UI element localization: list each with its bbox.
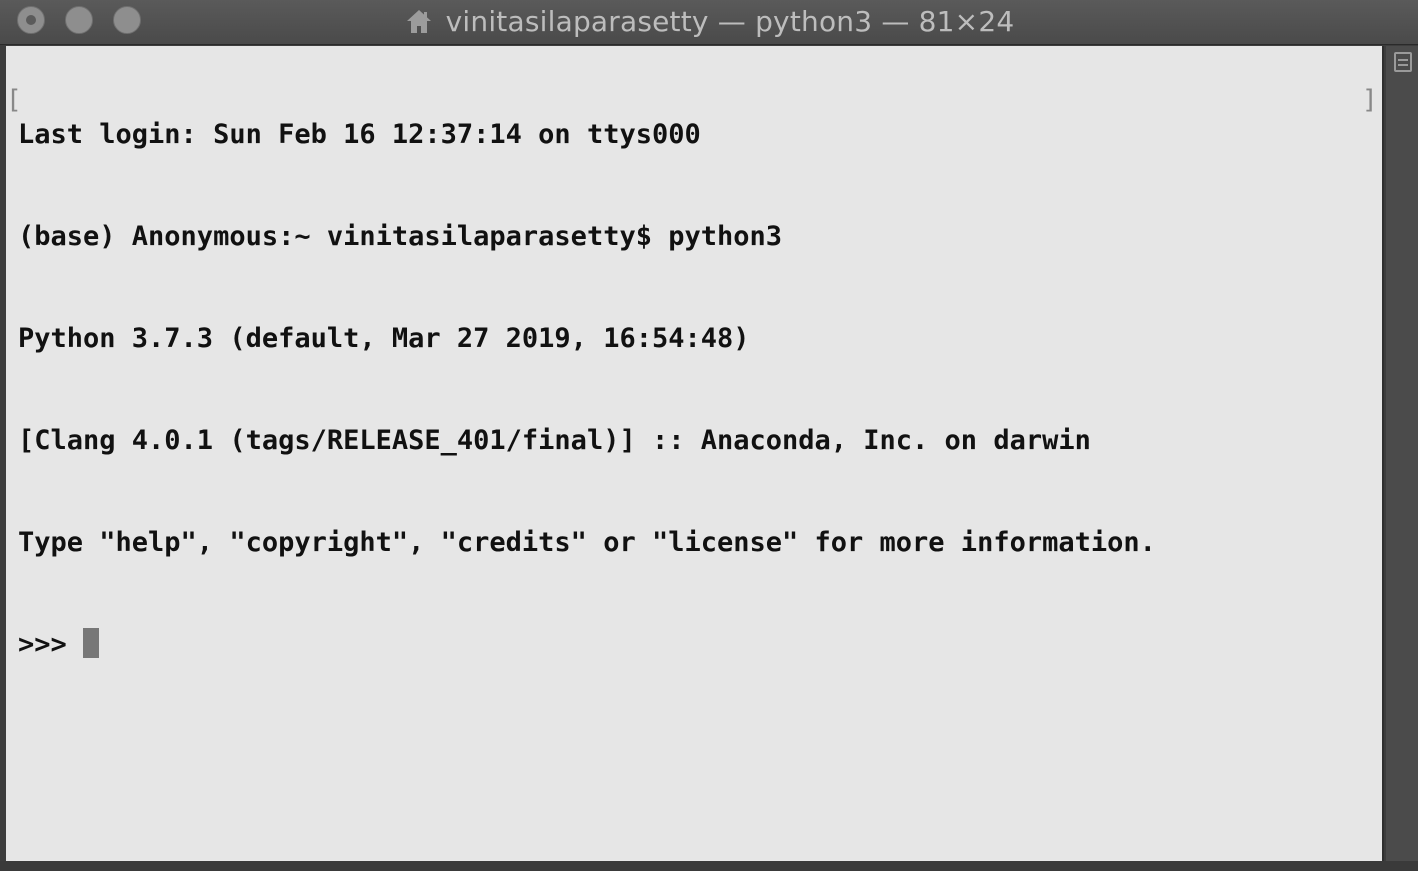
window-title: vinitasilaparasetty — python3 — 81×24 (0, 0, 1418, 42)
terminal-window: vinitasilaparasetty — python3 — 81×24 [ … (0, 0, 1418, 871)
prompt-line[interactable]: >>> (18, 628, 1156, 662)
terminal-line: [Clang 4.0.1 (tags/RELEASE_401/final)] :… (18, 425, 1091, 456)
mark-right: ] (1362, 85, 1378, 115)
scrollbar[interactable] (1386, 46, 1418, 871)
python-prompt: >>> (18, 629, 84, 660)
text-cursor (83, 628, 100, 658)
window-title-text: vinitasilaparasetty — python3 — 81×24 (445, 4, 1015, 38)
terminal-output[interactable]: [ ] Last login: Sun Feb 16 12:37:14 on t… (6, 46, 1384, 861)
home-icon (404, 7, 434, 35)
title-bar[interactable]: vinitasilaparasetty — python3 — 81×24 (0, 0, 1418, 45)
terminal-line: Type "help", "copyright", "credits" or "… (18, 527, 1156, 558)
terminal-line: Last login: Sun Feb 16 12:37:14 on ttys0… (18, 119, 701, 150)
terminal-lines: Last login: Sun Feb 16 12:37:14 on ttys0… (18, 50, 1156, 730)
terminal-line: Python 3.7.3 (default, Mar 27 2019, 16:5… (18, 323, 750, 354)
split-pane-icon[interactable] (1394, 52, 1412, 72)
window-bottom-edge (0, 861, 1418, 871)
terminal-line: (base) Anonymous:~ vinitasilaparasetty$ … (18, 221, 783, 252)
